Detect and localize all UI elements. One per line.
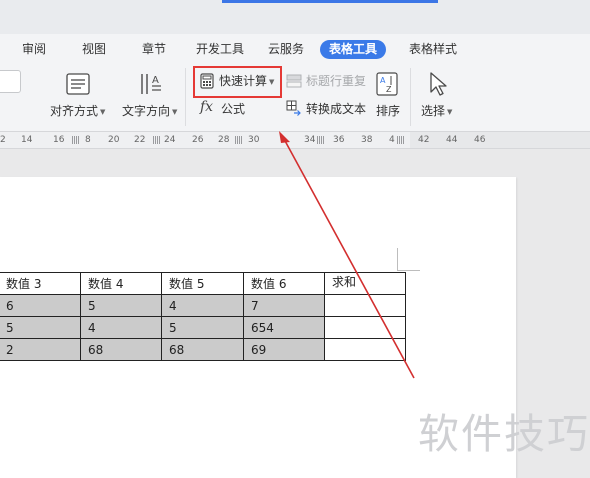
annotation-arrow-head [279,131,290,143]
annotation-arrow-line [283,138,415,379]
watermark-text: 软件技巧 [418,410,590,458]
annotation-arrow [279,131,415,379]
